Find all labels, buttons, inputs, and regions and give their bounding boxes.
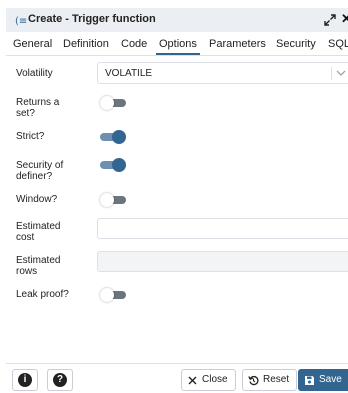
reset-button-label: Reset [263, 374, 290, 385]
help-icon: ? [53, 373, 67, 387]
reset-button[interactable]: Reset [242, 369, 297, 391]
tab-security[interactable]: Security [276, 38, 316, 50]
strict-label: Strict? [16, 131, 45, 142]
toggle-knob [112, 130, 126, 144]
svg-text:(≡): (≡) [15, 16, 27, 26]
tab-options[interactable]: Options [156, 38, 200, 55]
estimated-cost-input[interactable] [97, 218, 348, 239]
estimated-cost-label: Estimated cost [16, 221, 61, 243]
leak-proof-label: Leak proof? [16, 289, 69, 300]
volatility-label: Volatility [16, 68, 53, 79]
strict-toggle[interactable] [100, 130, 126, 144]
security-definer-label: Security of definer? [16, 160, 64, 182]
chevron-down-icon[interactable] [336, 69, 346, 77]
estimated-rows-input [97, 251, 348, 272]
toggle-knob [100, 193, 114, 207]
close-icon[interactable]: ✕ [341, 11, 348, 27]
volatility-value: VOLATILE [105, 68, 153, 79]
returns-set-toggle[interactable] [100, 96, 126, 110]
function-icon: (≡) [15, 16, 27, 26]
window-label: Window? [16, 194, 58, 205]
expand-icon[interactable] [324, 14, 336, 26]
info-icon: i [18, 373, 32, 387]
estimated-rows-label: Estimated rows [16, 255, 61, 277]
leak-proof-toggle[interactable] [100, 288, 126, 302]
dialog-title: Create - Trigger function [28, 13, 156, 25]
window-toggle[interactable] [100, 193, 126, 207]
toggle-knob [112, 158, 126, 172]
help-button[interactable]: ? [47, 369, 73, 391]
tab-sql[interactable]: SQL [328, 38, 348, 50]
toggle-knob [100, 96, 114, 110]
info-button[interactable]: i [12, 369, 38, 391]
save-button[interactable]: Save [298, 369, 348, 391]
tab-general[interactable]: General [13, 38, 52, 50]
security-definer-toggle[interactable] [100, 158, 126, 172]
returns-set-label: Returns a set? [16, 97, 60, 119]
volatility-select[interactable]: VOLATILE [97, 62, 348, 84]
dialog-titlebar[interactable]: (≡) Create - Trigger function ✕ [6, 8, 348, 32]
toggle-knob [100, 288, 114, 302]
select-separator [331, 67, 332, 80]
close-button-label: Close [202, 374, 228, 385]
tab-code[interactable]: Code [121, 38, 147, 50]
dialog-footer: i ? Close Reset Save [6, 363, 348, 393]
tab-parameters[interactable]: Parameters [209, 38, 266, 50]
tab-definition[interactable]: Definition [63, 38, 109, 50]
close-icon [188, 376, 197, 385]
close-button[interactable]: Close [181, 369, 236, 391]
save-icon [305, 376, 314, 385]
save-button-label: Save [319, 374, 342, 385]
reset-icon [248, 375, 259, 386]
tab-bar: General Definition Code Options Paramete… [6, 32, 348, 56]
